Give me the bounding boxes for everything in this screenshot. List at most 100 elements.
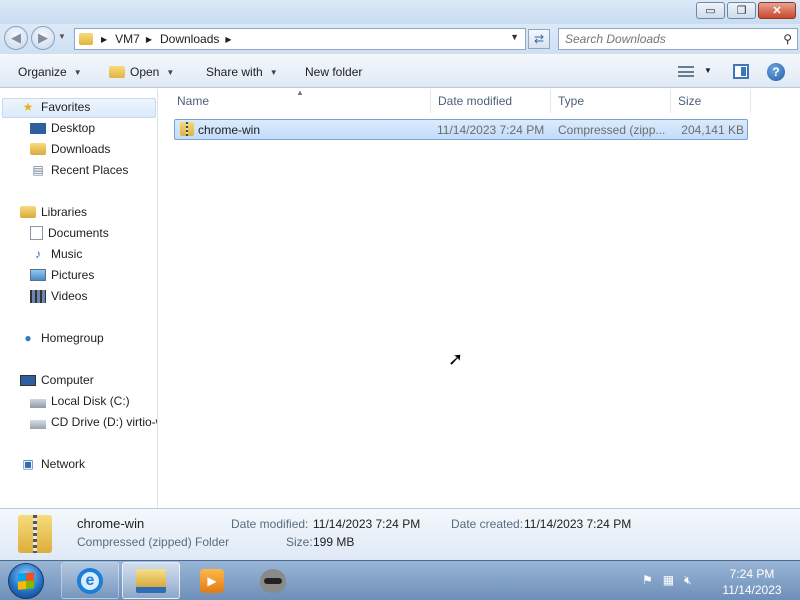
nav-homegroup[interactable]: ● Homegroup bbox=[20, 331, 103, 345]
share-with-label: Share with bbox=[206, 65, 263, 79]
nav-downloads[interactable]: Downloads bbox=[30, 142, 110, 156]
navigation-pane: ★ Favorites Desktop Downloads ▤ Recent Pla… bbox=[0, 89, 158, 508]
libraries-icon bbox=[20, 206, 36, 218]
search-box[interactable]: ⚲ bbox=[558, 28, 798, 50]
organize-button[interactable]: Organize ▼ bbox=[18, 65, 82, 79]
nav-computer[interactable]: Computer bbox=[20, 373, 94, 387]
nav-label: Favorites bbox=[41, 100, 91, 114]
back-button[interactable]: ◀ bbox=[4, 26, 28, 50]
nav-music[interactable]: ♪ Music bbox=[30, 247, 82, 261]
network-icon: ▣ bbox=[22, 457, 34, 471]
chevron-down-icon: ▼ bbox=[166, 67, 175, 77]
nav-label: Computer bbox=[41, 373, 94, 387]
computer-icon bbox=[20, 374, 36, 386]
nav-label: Videos bbox=[51, 289, 88, 303]
taskbar-windows-explorer[interactable] bbox=[122, 562, 180, 599]
nav-cd-drive[interactable]: CD Drive (D:) virtio-w bbox=[30, 415, 158, 429]
details-date-created-label: Date created: bbox=[451, 517, 524, 531]
documents-icon bbox=[30, 226, 43, 240]
nav-desktop[interactable]: Desktop bbox=[30, 121, 95, 135]
address-row: ◀ ▶ ▼ ▶ VM7▶ Downloads▶ ▼ ⇄ ⚲ bbox=[0, 24, 800, 54]
preview-pane-icon[interactable] bbox=[733, 64, 749, 79]
new-folder-button[interactable]: New folder bbox=[305, 65, 362, 79]
clock-date: 11/14/2023 bbox=[722, 583, 782, 597]
start-button[interactable] bbox=[8, 563, 44, 599]
nav-favorites[interactable]: ★ Favorites bbox=[20, 100, 91, 114]
chevron-right-icon[interactable]: ▶ bbox=[146, 35, 152, 44]
details-date-modified-label: Date modified: bbox=[231, 517, 309, 531]
address-bar[interactable]: ▶ VM7 ▶ Downloads ▶ ▼ bbox=[74, 28, 526, 50]
view-options-dropdown[interactable]: ▼ bbox=[704, 66, 712, 75]
nav-libraries[interactable]: Libraries bbox=[20, 205, 87, 219]
file-row[interactable]: chrome-win 11/14/2023 7:24 PM Compressed… bbox=[174, 119, 748, 140]
recent-places-icon: ▤ bbox=[32, 163, 44, 177]
details-date-modified: 11/14/2023 7:24 PM bbox=[313, 517, 421, 531]
nav-label: Pictures bbox=[51, 268, 95, 282]
clock-time: 7:24 PM bbox=[729, 567, 775, 581]
nav-label: Local Disk (C:) bbox=[51, 394, 130, 408]
open-button[interactable]: Open ▼ bbox=[109, 65, 174, 79]
recent-pages-dropdown[interactable]: ▼ bbox=[58, 32, 66, 41]
close-button[interactable]: ✕ bbox=[758, 2, 796, 19]
view-details-icon[interactable] bbox=[678, 66, 694, 77]
nav-label: CD Drive (D:) virtio-w bbox=[51, 415, 158, 429]
refresh-button[interactable]: ⇄ bbox=[528, 29, 550, 49]
details-date-created: 11/14/2023 7:24 PM bbox=[524, 517, 632, 531]
back-arrow-icon: ◀ bbox=[11, 30, 21, 45]
column-label: Size bbox=[678, 94, 702, 108]
network-tray-icon[interactable]: ▦ bbox=[663, 573, 674, 588]
maximize-button[interactable]: ❐ bbox=[727, 2, 756, 19]
column-header-date-modified[interactable]: Date modified bbox=[431, 89, 551, 113]
star-icon: ★ bbox=[22, 100, 34, 114]
column-header-type[interactable]: Type bbox=[551, 89, 671, 113]
search-icon[interactable]: ⚲ bbox=[783, 32, 792, 46]
breadcrumb-downloads[interactable]: Downloads ▶ bbox=[160, 32, 232, 46]
nav-recent-places[interactable]: ▤ Recent Places bbox=[30, 163, 128, 177]
forward-button[interactable]: ▶ bbox=[31, 26, 55, 50]
file-size: 204,141 KB bbox=[681, 123, 744, 137]
search-input[interactable] bbox=[565, 32, 765, 46]
nav-local-disk[interactable]: Local Disk (C:) bbox=[30, 394, 130, 408]
nav-label: Documents bbox=[48, 226, 109, 240]
file-date-modified: 11/14/2023 7:24 PM bbox=[437, 123, 545, 137]
details-size: 199 MB bbox=[313, 535, 355, 549]
taskbar-media-player[interactable]: ▶ bbox=[183, 562, 241, 599]
taskbar-clock[interactable]: 7:24 PM 11/14/2023 bbox=[714, 566, 790, 598]
open-label: Open bbox=[130, 65, 160, 79]
address-dropdown-icon[interactable]: ▼ bbox=[510, 32, 519, 42]
raccoon-icon bbox=[260, 568, 286, 593]
share-with-button[interactable]: Share with ▼ bbox=[206, 65, 278, 79]
nav-pictures[interactable]: Pictures bbox=[30, 268, 94, 282]
nav-videos[interactable]: Videos bbox=[30, 289, 87, 303]
nav-label: Downloads bbox=[51, 142, 111, 156]
minimize-button[interactable]: ▭ bbox=[696, 2, 725, 19]
nav-label: Desktop bbox=[51, 121, 96, 135]
taskbar-raccoon-app[interactable] bbox=[244, 562, 302, 599]
mouse-pointer-icon: ➚ bbox=[448, 349, 464, 369]
chevron-down-icon: ▼ bbox=[269, 67, 278, 77]
title-bar: ▭ ❐ ✕ bbox=[0, 0, 800, 24]
desktop-icon bbox=[30, 122, 46, 134]
open-folder-icon bbox=[109, 66, 125, 78]
nav-network[interactable]: ▣ Network bbox=[20, 457, 85, 471]
volume-muted-icon[interactable]: 🔇︎ bbox=[684, 573, 692, 588]
taskbar-internet-explorer[interactable]: e bbox=[61, 562, 119, 599]
column-label: Name bbox=[177, 94, 210, 108]
chevron-right-icon[interactable]: ▶ bbox=[225, 35, 231, 44]
file-list: Name ▲ Date modified Type Size chrome-win… bbox=[159, 88, 800, 508]
details-size-label: Size: bbox=[286, 535, 313, 549]
system-tray: ⚑ ▦ 🔇︎ bbox=[642, 573, 692, 588]
nav-documents[interactable]: Documents bbox=[30, 226, 109, 240]
help-icon[interactable]: ? bbox=[767, 63, 785, 81]
action-center-flag-icon[interactable]: ⚑ bbox=[642, 573, 653, 588]
breadcrumb-root-arrow[interactable]: ▶ bbox=[101, 35, 107, 44]
forward-arrow-icon: ▶ bbox=[38, 30, 48, 45]
breadcrumb-vm7[interactable]: VM7 ▶ bbox=[115, 32, 152, 46]
column-label: Date modified bbox=[438, 94, 513, 108]
command-bar: Organize ▼ Open ▼ Share with ▼ New folder ▼… bbox=[0, 54, 800, 88]
column-header-size[interactable]: Size bbox=[671, 89, 751, 113]
column-header-name[interactable]: Name ▲ bbox=[159, 88, 431, 113]
homegroup-icon: ● bbox=[24, 331, 32, 345]
file-name: chrome-win bbox=[198, 123, 261, 137]
cd-drive-icon bbox=[30, 419, 46, 429]
